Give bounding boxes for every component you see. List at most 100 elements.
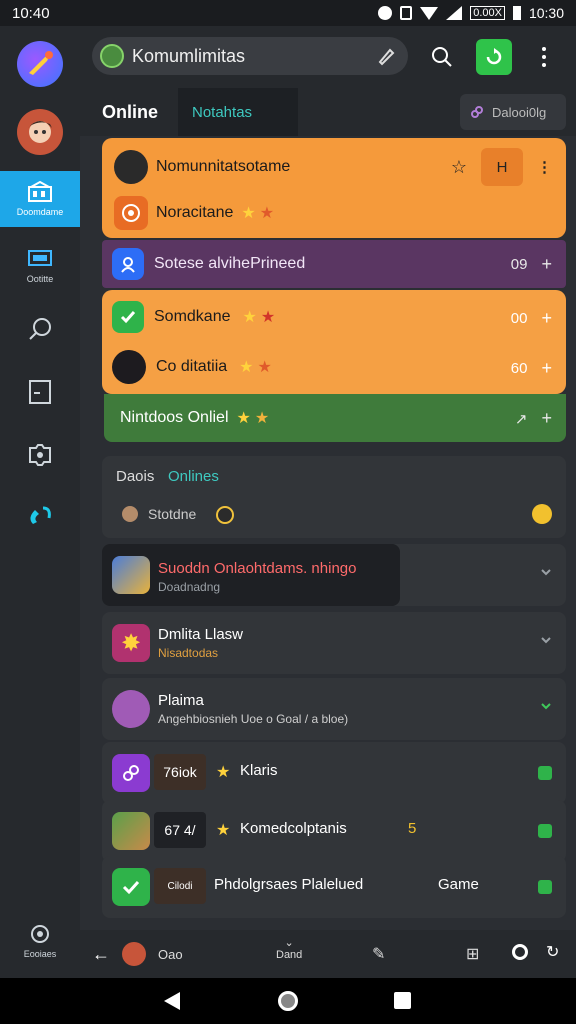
bottom-bar: ← Oao ⌄ Dand ✎ ⊞ ↻ xyxy=(80,930,576,978)
item-title: Suoddn Onlaohtdams. nhingo xyxy=(158,560,357,577)
star-icon: ★ xyxy=(239,359,254,376)
item-title: Noracitane xyxy=(156,204,234,221)
status-right-time: 10:30 xyxy=(528,5,564,21)
search-icon[interactable] xyxy=(430,45,454,69)
face-icon xyxy=(216,506,234,524)
rail-item-settings[interactable] xyxy=(0,432,80,478)
bottom-center-label: Dand xyxy=(276,949,303,961)
more-icon[interactable]: ⋮ xyxy=(537,158,552,176)
add-icon[interactable]: + xyxy=(541,308,552,329)
rail-item-book[interactable] xyxy=(0,369,80,415)
gear-icon xyxy=(29,444,51,466)
list-item[interactable]: 76iok ★ Klaris xyxy=(102,742,566,804)
list-item[interactable]: 67 4/ ★ Komedcolptanis 5 xyxy=(102,800,566,862)
more-icon[interactable] xyxy=(540,46,548,68)
avatar xyxy=(114,150,148,184)
tab-dialog[interactable]: Dalooi0lg xyxy=(460,94,566,130)
tab-dialog-label: Dalooi0lg xyxy=(492,104,547,120)
rail-item-home[interactable]: Doomdame xyxy=(0,171,80,227)
chevron-down-icon[interactable] xyxy=(540,566,552,578)
rail-item-screen[interactable]: Ootitte xyxy=(0,238,80,294)
grid-icon[interactable]: ⊞ xyxy=(466,944,479,964)
star-outline-icon[interactable]: ☆ xyxy=(451,157,467,178)
rail-item-label: Doomdame xyxy=(16,207,64,217)
back-icon[interactable]: ← xyxy=(92,944,110,965)
sim-icon xyxy=(400,6,413,20)
rail-app-logo[interactable] xyxy=(0,34,80,94)
bottom-left-label: Oao xyxy=(158,946,183,962)
rail-bottom-label: Eooiaes xyxy=(23,949,57,959)
recents-nav-icon[interactable] xyxy=(394,992,411,1009)
item-badge-label: Cilodi xyxy=(167,880,193,892)
rail-user-avatar[interactable] xyxy=(0,104,80,160)
action-label: H xyxy=(496,158,508,176)
rail-item-link[interactable] xyxy=(0,494,80,540)
tab-bar: Online Notahtas Dalooi0lg xyxy=(80,88,576,136)
edit-icon[interactable]: ✎ xyxy=(372,944,385,964)
refresh-icon[interactable]: ↻ xyxy=(546,942,559,962)
status-icons: 0.00X 10:30 xyxy=(378,5,564,21)
rail-item-bottom[interactable]: Eooiaes xyxy=(0,916,80,966)
notification-icon xyxy=(378,6,393,20)
list-item[interactable]: ✸ Dmlita Llasw Nisadtodas xyxy=(102,612,566,674)
tab-contacts[interactable]: Notahtas xyxy=(178,88,298,136)
star-icon: ★ xyxy=(254,410,270,427)
tab-contacts-label: Notahtas xyxy=(192,103,253,121)
circle-icon[interactable] xyxy=(512,944,528,960)
tab-online[interactable]: Online xyxy=(102,102,158,123)
rail-item-search[interactable] xyxy=(0,306,80,352)
item-badge: 76iok xyxy=(154,754,206,790)
action-button[interactable]: H xyxy=(481,148,523,186)
item-title: Nintdoos Onliel xyxy=(120,409,229,426)
list-item[interactable]: Somdkane ★ ★ 00 + xyxy=(102,294,566,340)
list-item[interactable]: Nomunnitatsotame ☆ H ⋮ xyxy=(102,146,566,188)
edit-icon[interactable] xyxy=(376,46,396,66)
list-item[interactable]: Cilodi Phdolgrsaes Plalelued Game xyxy=(102,856,566,918)
row-meta: ↗ + xyxy=(515,408,552,429)
signal-icon xyxy=(446,6,463,20)
featured-card[interactable]: Nomunnitatsotame ☆ H ⋮ Noracitane ★ ★ xyxy=(102,138,566,238)
item-count: 60 xyxy=(510,360,528,377)
list-item[interactable]: Noracitane ★ ★ xyxy=(102,192,566,234)
item-count: 5 xyxy=(408,820,417,837)
card-sub: Stotdne xyxy=(148,506,197,522)
add-icon[interactable]: + xyxy=(541,254,552,275)
item-title: Phdolgrsaes Plalelued xyxy=(214,876,364,893)
community-logo-icon xyxy=(100,44,124,68)
add-icon[interactable]: + xyxy=(541,408,552,429)
back-nav-icon[interactable] xyxy=(164,992,180,1010)
list-item: Nintdoos Onliel ★ ★ ↗ + xyxy=(104,394,566,442)
game-thumbnail-icon xyxy=(112,812,150,850)
monitor-icon xyxy=(28,250,52,266)
list-item[interactable]: Co ditatiia ★ ★ 60 + xyxy=(102,344,566,390)
item-title: Co ditatiia xyxy=(156,358,228,375)
add-icon[interactable]: + xyxy=(541,358,552,379)
chevron-down-icon[interactable] xyxy=(540,700,552,712)
item-count: 09 xyxy=(510,256,528,273)
chevron-down-icon[interactable] xyxy=(540,634,552,646)
row-meta: 00 + xyxy=(511,308,552,329)
battery-icon xyxy=(512,6,521,20)
list-item[interactable]: Suoddn Onlaohtdams. nhingo Doadnadng xyxy=(102,544,566,606)
link-icon xyxy=(30,506,51,524)
chevron-down-icon: ⌄ xyxy=(284,937,294,949)
list-item: Sotese alvihePrineed 09 + xyxy=(102,240,566,288)
orange-card: Somdkane ★ ★ 00 + Co ditatiia ★ ★ 60 + xyxy=(102,290,566,394)
item-title: Plaima xyxy=(158,692,204,709)
center-button[interactable]: ⌄ Dand xyxy=(276,936,302,961)
purple-row[interactable]: Sotese alvihePrineed 09 + xyxy=(102,240,566,288)
expand-icon[interactable]: ↗ xyxy=(515,410,528,428)
status-bar: 10:40 0.00X 10:30 xyxy=(0,0,576,26)
home-nav-icon[interactable] xyxy=(278,991,298,1011)
avatar[interactable] xyxy=(122,942,146,966)
new-button[interactable] xyxy=(476,39,512,75)
item-badge: Cilodi xyxy=(154,868,206,904)
badge-icon[interactable] xyxy=(538,824,552,838)
star-red-icon: ★ xyxy=(257,359,272,376)
search-input[interactable]: Komumlimitas xyxy=(92,37,408,75)
list-item[interactable]: Plaima Angehbiosnieh Uoe o Goal / a bloe… xyxy=(102,678,566,740)
chart-icon[interactable] xyxy=(538,880,552,894)
badge-icon[interactable] xyxy=(538,766,552,780)
green-row[interactable]: Nintdoos Onliel ★ ★ ↗ + xyxy=(104,394,566,442)
emoji-icon[interactable] xyxy=(532,504,552,524)
